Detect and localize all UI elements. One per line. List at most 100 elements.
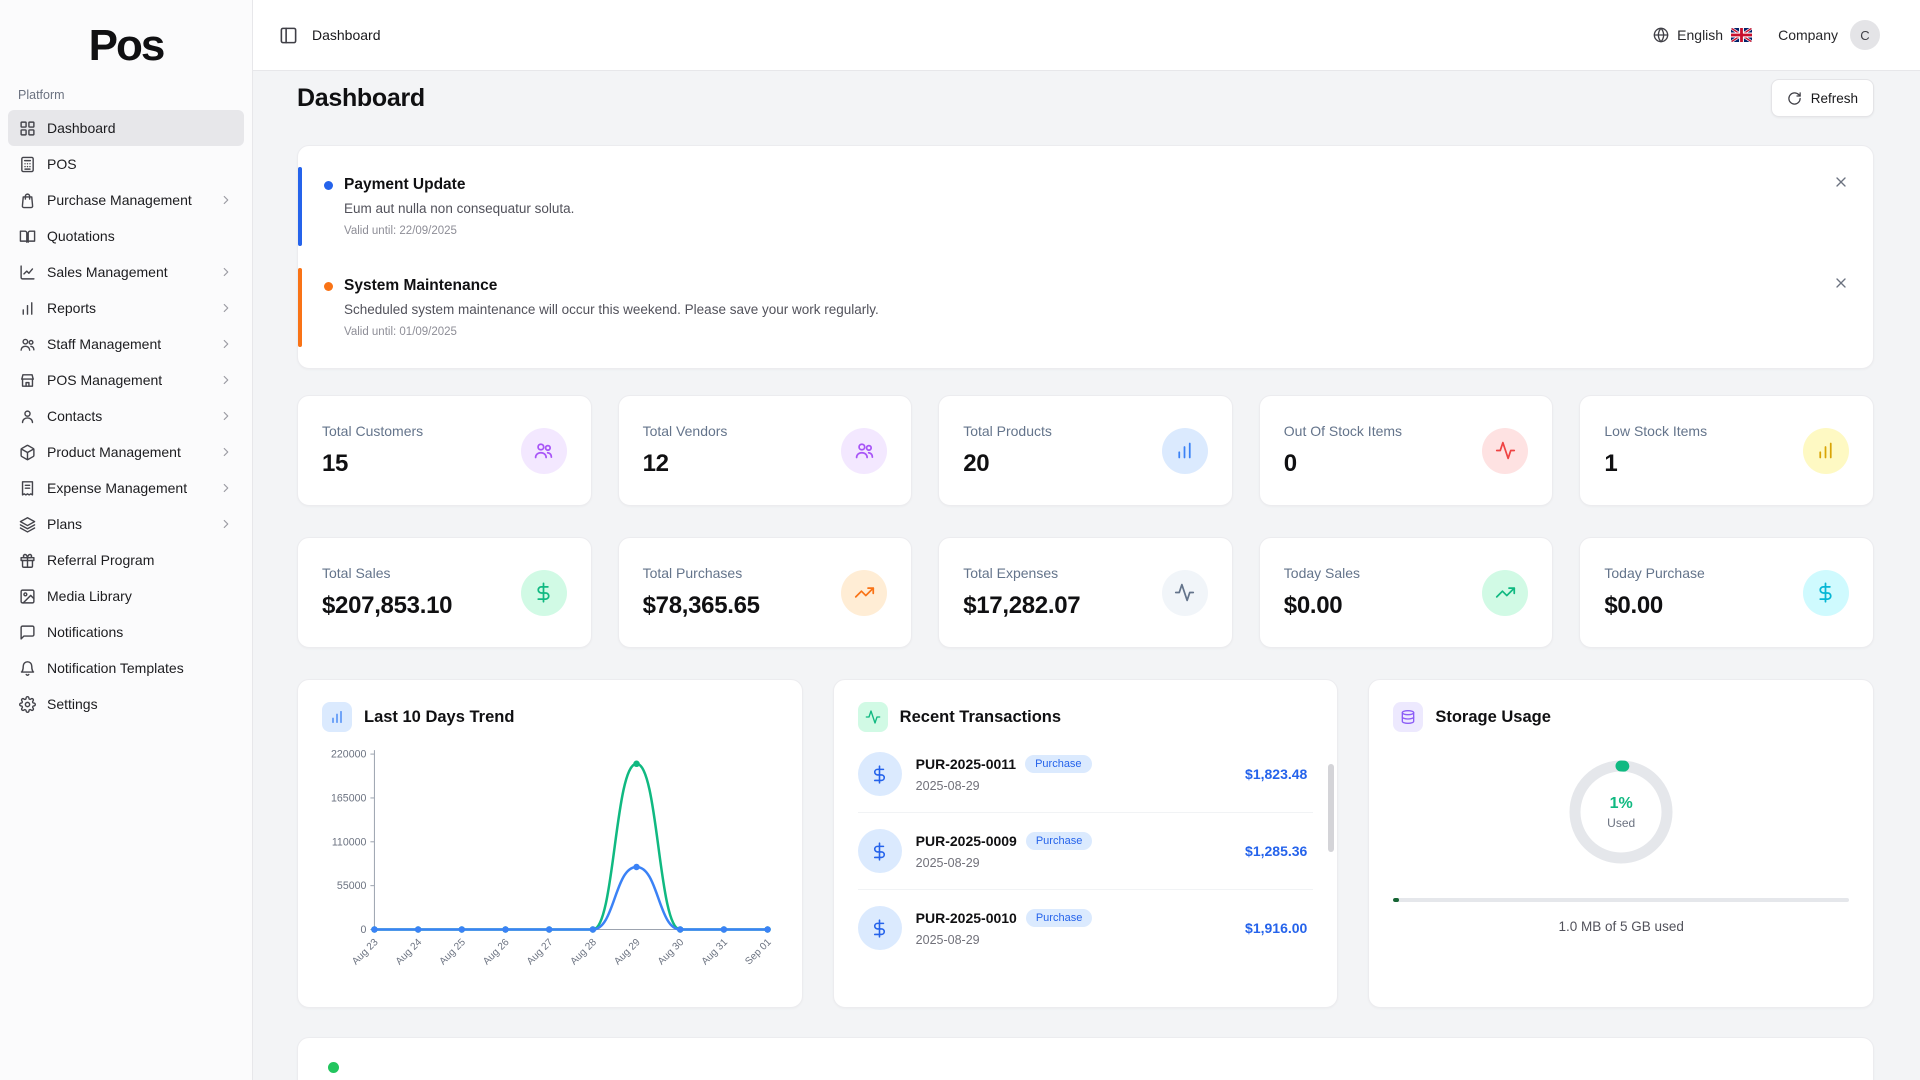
layers-icon	[19, 516, 36, 533]
transaction-row[interactable]: PUR-2025-0010Purchase 2025-08-29 $1,916.…	[858, 890, 1314, 966]
chevron-right-icon	[219, 193, 233, 207]
book-icon	[19, 228, 36, 245]
stat-value: $0.00	[1284, 592, 1360, 620]
sidebar-item-dashboard[interactable]: Dashboard	[8, 110, 244, 146]
stat-label: Total Products	[963, 423, 1052, 439]
notice-accent-bar	[298, 167, 302, 246]
globe-icon	[1653, 27, 1669, 43]
language-selector[interactable]: English	[1653, 27, 1752, 43]
storage-usage-panel: Storage Usage 1% Used 1.0 MB of 5 GB use…	[1368, 679, 1874, 1008]
transaction-date: 2025-08-29	[916, 856, 1093, 870]
transaction-row[interactable]: PUR-2025-0011Purchase 2025-08-29 $1,823.…	[858, 736, 1314, 813]
logo: Pos	[0, 0, 252, 82]
transaction-amount: $1,916.00	[1245, 920, 1307, 936]
stat-out-of-stock: Out Of Stock Items0	[1259, 395, 1554, 506]
sidebar-item-settings[interactable]: Settings	[8, 686, 244, 722]
stat-value: $78,365.65	[643, 592, 760, 620]
notice-message: Eum aut nulla non consequatur soluta.	[344, 201, 1813, 216]
sidebar-toggle-icon[interactable]	[279, 26, 298, 45]
notice-title: Payment Update	[344, 176, 1813, 194]
svg-text:Sep 01: Sep 01	[743, 937, 774, 968]
activity-icon	[1482, 428, 1528, 474]
stat-value: 20	[963, 450, 1052, 478]
sidebar-item-pos-management[interactable]: POS Management	[8, 362, 244, 398]
calculator-icon	[19, 156, 36, 173]
panel-title: Storage Usage	[1435, 708, 1551, 727]
sidebar-item-notifications[interactable]: Notifications	[8, 614, 244, 650]
storage-percent: 1%	[1610, 795, 1633, 813]
storage-progress-fill	[1393, 898, 1398, 902]
sidebar-item-reports[interactable]: Reports	[8, 290, 244, 326]
chevron-right-icon	[219, 265, 233, 279]
users-icon	[19, 336, 36, 353]
sidebar-item-contacts[interactable]: Contacts	[8, 398, 244, 434]
stat-value: $17,282.07	[963, 592, 1080, 620]
stats-row: Total Sales $207,853.10 Total Purchases$7…	[297, 537, 1874, 648]
chevron-right-icon	[219, 409, 233, 423]
sidebar-item-expense-management[interactable]: Expense Management	[8, 470, 244, 506]
topbar-right: English Company C	[1653, 20, 1880, 50]
stat-label: Total Customers	[322, 423, 423, 439]
stat-total-sales: Total Sales $207,853.10	[297, 537, 592, 648]
svg-text:55000: 55000	[337, 880, 367, 892]
panels-row: Last 10 Days Trend 055000110000165000220…	[297, 679, 1874, 1008]
activity-icon	[1162, 570, 1208, 616]
sidebar: Pos Platform Dashboard POS Purchase Mana…	[0, 0, 253, 1080]
bar-chart-icon	[322, 702, 352, 732]
message-icon	[19, 624, 36, 641]
page-title: Dashboard	[297, 84, 425, 113]
transaction-amount: $1,285.36	[1245, 843, 1307, 859]
company-menu[interactable]: Company C	[1778, 20, 1880, 50]
gear-icon	[19, 696, 36, 713]
stat-value: 15	[322, 450, 423, 478]
sidebar-item-referral-program[interactable]: Referral Program	[8, 542, 244, 578]
trend-panel: Last 10 Days Trend 055000110000165000220…	[297, 679, 803, 1008]
sidebar-item-pos[interactable]: POS	[8, 146, 244, 182]
activity-icon	[858, 702, 888, 732]
svg-text:165000: 165000	[331, 792, 366, 804]
close-icon[interactable]	[1833, 275, 1849, 291]
panel-header: Recent Transactions	[858, 702, 1314, 732]
scrollbar-thumb[interactable]	[1328, 764, 1334, 852]
sidebar-item-media-library[interactable]: Media Library	[8, 578, 244, 614]
chevron-right-icon	[219, 481, 233, 495]
notice-valid-until: Valid until: 01/09/2025	[344, 326, 1813, 338]
transaction-date: 2025-08-29	[916, 933, 1093, 947]
company-label: Company	[1778, 27, 1838, 43]
chevron-right-icon	[219, 373, 233, 387]
stat-today-sales: Today Sales $0.00	[1259, 537, 1554, 648]
recent-transactions-panel: Recent Transactions PUR-2025-0011Purchas…	[833, 679, 1339, 1008]
transaction-ref: PUR-2025-0009	[916, 833, 1017, 849]
transaction-ref: PUR-2025-0011	[916, 756, 1016, 772]
stat-today-purchase: Today Purchase$0.00	[1579, 537, 1874, 648]
stat-label: Today Sales	[1284, 565, 1360, 581]
transaction-row[interactable]: PUR-2025-0009Purchase 2025-08-29 $1,285.…	[858, 813, 1314, 890]
svg-text:Aug 27: Aug 27	[525, 937, 556, 968]
language-label: English	[1677, 27, 1723, 43]
stat-total-purchases: Total Purchases$78,365.65	[618, 537, 913, 648]
notice-system-maintenance: System Maintenance Scheduled system main…	[298, 263, 1873, 352]
notice-title: System Maintenance	[344, 277, 1813, 295]
stat-label: Out Of Stock Items	[1284, 423, 1402, 439]
sidebar-item-notification-templates[interactable]: Notification Templates	[8, 650, 244, 686]
sidebar-item-sales-management[interactable]: Sales Management	[8, 254, 244, 290]
bar-chart-icon	[1162, 428, 1208, 474]
package-icon	[19, 444, 36, 461]
status-dot	[328, 1062, 339, 1073]
sidebar-item-plans[interactable]: Plans	[8, 506, 244, 542]
avatar[interactable]: C	[1850, 20, 1880, 50]
close-icon[interactable]	[1833, 174, 1849, 190]
chevron-right-icon	[219, 445, 233, 459]
sidebar-item-purchase-management[interactable]: Purchase Management	[8, 182, 244, 218]
svg-text:Aug 30: Aug 30	[656, 937, 687, 968]
stat-label: Total Sales	[322, 565, 452, 581]
refresh-button[interactable]: Refresh	[1771, 79, 1874, 117]
stat-value: $207,853.10	[322, 592, 452, 620]
sidebar-item-quotations[interactable]: Quotations	[8, 218, 244, 254]
sidebar-item-product-management[interactable]: Product Management	[8, 434, 244, 470]
notice-accent-bar	[298, 268, 302, 347]
sidebar-item-staff-management[interactable]: Staff Management	[8, 326, 244, 362]
trending-up-icon	[1482, 570, 1528, 616]
bar-chart-icon	[1803, 428, 1849, 474]
stat-label: Today Purchase	[1604, 565, 1704, 581]
